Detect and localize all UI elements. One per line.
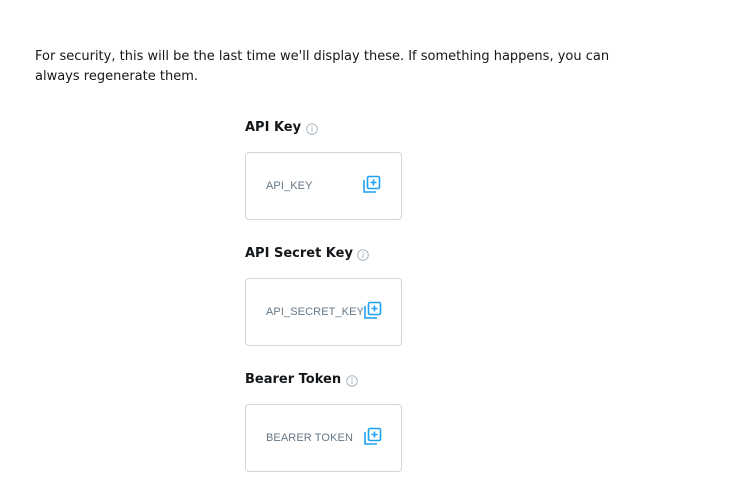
api-secret-key-info-icon[interactable] <box>357 248 370 261</box>
copy-icon <box>364 427 382 445</box>
api-key-card: API_KEY <box>245 152 402 220</box>
api-key-copy-button[interactable] <box>361 173 383 195</box>
api-key-value: API_KEY <box>266 180 313 192</box>
bearer-token-card: BEARER TOKEN <box>245 404 402 472</box>
api-secret-key-section: API Secret Key API_SECRET_KEY <box>245 243 402 346</box>
bearer-token-section: Bearer Token BEARER TOKEN <box>245 369 402 472</box>
copy-icon <box>364 301 382 319</box>
bearer-token-info-icon[interactable] <box>345 374 358 387</box>
api-secret-key-value: API_SECRET_KEY <box>266 306 364 318</box>
security-notice: For security, this will be the last time… <box>35 49 610 84</box>
bearer-token-value: BEARER TOKEN <box>266 432 353 444</box>
copy-icon <box>363 175 381 193</box>
bearer-token-heading: Bearer Token <box>245 369 358 389</box>
bearer-token-label: Bearer Token <box>245 371 342 387</box>
api-secret-key-label: API Secret Key <box>245 245 353 261</box>
api-key-heading: API Key <box>245 117 318 137</box>
api-key-info-icon[interactable] <box>305 122 318 135</box>
bearer-token-copy-button[interactable] <box>362 425 384 447</box>
api-secret-key-card: API_SECRET_KEY <box>245 278 402 346</box>
api-key-label: API Key <box>245 119 302 135</box>
api-secret-key-heading: API Secret Key <box>245 243 370 263</box>
api-key-section: API Key API_KEY <box>245 117 402 220</box>
api-secret-key-copy-button[interactable] <box>362 299 384 321</box>
